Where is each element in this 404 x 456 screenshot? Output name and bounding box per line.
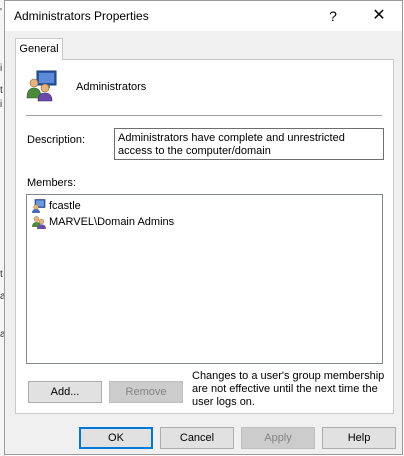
help-icon[interactable]: ?	[311, 1, 355, 31]
member-name: fcastle	[49, 200, 81, 212]
group-icon	[25, 70, 59, 102]
membership-note: Changes to a user's group membership are…	[192, 370, 385, 408]
members-list[interactable]: fcastle MARVEL\Domain Admins	[26, 194, 383, 364]
window-title: Administrators Properties	[14, 9, 149, 23]
properties-dialog: Administrators Properties ? ✕ General Ad…	[4, 0, 403, 455]
apply-button[interactable]: Apply	[241, 427, 315, 449]
background-text-fragment: i	[0, 99, 3, 110]
members-label: Members:	[27, 177, 76, 189]
help-button[interactable]: Help	[322, 427, 396, 449]
background-text-fragment: '	[0, 7, 2, 18]
user-icon	[32, 199, 46, 213]
remove-button[interactable]: Remove	[109, 381, 183, 403]
cancel-button[interactable]: Cancel	[160, 427, 234, 449]
description-label: Description:	[27, 134, 86, 146]
background-text-fragment: i	[0, 63, 3, 74]
close-icon[interactable]: ✕	[357, 1, 401, 31]
list-item[interactable]: MARVEL\Domain Admins	[32, 214, 174, 230]
add-button[interactable]: Add...	[28, 381, 102, 403]
background-text-fragment: t	[0, 85, 3, 96]
tab-general[interactable]: General	[15, 38, 63, 60]
general-tab-panel: Administrators Description: Administrato…	[15, 59, 394, 414]
member-name: MARVEL\Domain Admins	[49, 216, 175, 228]
group-name: Administrators	[76, 81, 147, 93]
description-field[interactable]: Administrators have complete and unrestr…	[114, 128, 384, 160]
background-text-fragment: t	[0, 269, 3, 280]
divider	[26, 115, 382, 116]
group-icon	[32, 216, 46, 229]
list-item[interactable]: fcastle	[32, 198, 81, 214]
ok-button[interactable]: OK	[79, 427, 153, 449]
title-bar[interactable]: Administrators Properties ? ✕	[5, 1, 402, 31]
